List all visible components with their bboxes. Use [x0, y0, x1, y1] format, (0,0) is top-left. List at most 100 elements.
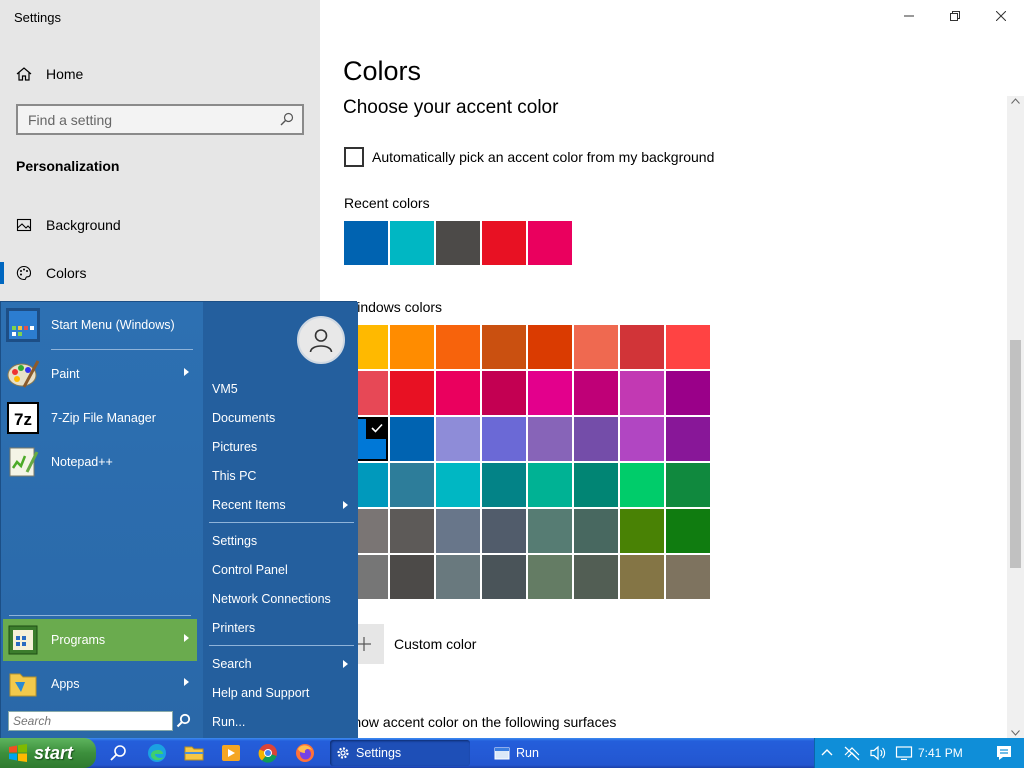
windows-color-swatch[interactable]: [436, 371, 480, 415]
search-icon[interactable]: [176, 713, 191, 728]
recent-color-swatch[interactable]: [482, 221, 526, 265]
apps-menu-item[interactable]: Apps: [5, 663, 197, 705]
find-setting-input[interactable]: [28, 111, 268, 128]
windows-color-swatch[interactable]: [482, 325, 526, 369]
windows-color-swatch[interactable]: [666, 325, 710, 369]
user-avatar[interactable]: [297, 316, 345, 364]
start-right-item-search[interactable]: Search: [212, 653, 352, 675]
windows-color-swatch[interactable]: [574, 463, 618, 507]
firefox-icon[interactable]: [295, 743, 315, 763]
windows-color-swatch[interactable]: [620, 555, 664, 599]
media-player-icon[interactable]: [221, 743, 241, 763]
auto-accent-checkbox-row[interactable]: Automatically pick an accent color from …: [344, 147, 714, 167]
windows-color-swatch[interactable]: [436, 509, 480, 553]
edge-icon[interactable]: [147, 743, 167, 763]
display-icon[interactable]: [895, 745, 913, 761]
windows-color-swatch[interactable]: [436, 417, 480, 461]
nav-item-colors[interactable]: Colors: [16, 261, 86, 285]
windows-color-swatch[interactable]: [390, 509, 434, 553]
recent-color-swatch[interactable]: [344, 221, 388, 265]
start-right-item-recent-items[interactable]: Recent Items: [212, 494, 352, 516]
windows-color-swatch[interactable]: [390, 371, 434, 415]
minimize-button[interactable]: [886, 0, 932, 32]
start-right-item-help-and-support[interactable]: Help and Support: [212, 682, 352, 704]
network-off-icon[interactable]: [843, 745, 861, 761]
start-button[interactable]: start: [0, 738, 96, 768]
restore-button[interactable]: [932, 0, 978, 32]
windows-color-swatch[interactable]: [620, 325, 664, 369]
nav-home[interactable]: Home: [16, 62, 83, 86]
windows-color-swatch[interactable]: [482, 509, 526, 553]
windows-color-swatch[interactable]: [528, 463, 572, 507]
windows-color-swatch[interactable]: [620, 417, 664, 461]
windows-color-swatch[interactable]: [390, 555, 434, 599]
start-right-item-vm5[interactable]: VM5: [212, 378, 352, 400]
start-search-box[interactable]: [8, 711, 173, 731]
windows-color-swatch[interactable]: [574, 555, 618, 599]
start-right-item-printers[interactable]: Printers: [212, 617, 352, 639]
windows-color-swatch[interactable]: [436, 325, 480, 369]
clock[interactable]: 7:41 PM: [918, 746, 963, 760]
chevron-up-icon[interactable]: [821, 748, 833, 756]
windows-color-swatch[interactable]: [620, 371, 664, 415]
taskbar-settings-task[interactable]: Settings: [330, 740, 470, 766]
scroll-up-icon[interactable]: [1011, 98, 1020, 104]
recent-color-swatch[interactable]: [528, 221, 572, 265]
nav-item-background[interactable]: Background: [16, 213, 121, 237]
windows-color-swatch[interactable]: [482, 417, 526, 461]
search-icon[interactable]: [280, 112, 294, 126]
volume-icon[interactable]: [869, 745, 887, 761]
find-setting-box[interactable]: [16, 104, 304, 135]
windows-color-swatch[interactable]: [574, 371, 618, 415]
programs-menu-item[interactable]: Programs: [3, 619, 197, 661]
windows-color-swatch[interactable]: [482, 463, 526, 507]
windows-color-swatch[interactable]: [436, 555, 480, 599]
close-button[interactable]: [978, 0, 1024, 32]
windows-color-swatch[interactable]: [482, 371, 526, 415]
file-explorer-icon[interactable]: [184, 743, 204, 763]
pinned-start-menu-windows[interactable]: Start Menu (Windows): [5, 304, 197, 346]
windows-color-swatch[interactable]: [436, 463, 480, 507]
windows-color-swatch[interactable]: [528, 371, 572, 415]
windows-color-swatch[interactable]: [574, 417, 618, 461]
taskbar-run-task[interactable]: Run: [488, 740, 628, 766]
custom-color-button[interactable]: Custom color: [344, 624, 476, 664]
recent-color-swatch[interactable]: [436, 221, 480, 265]
windows-color-swatch[interactable]: [666, 463, 710, 507]
windows-color-swatch[interactable]: [574, 325, 618, 369]
windows-color-swatch[interactable]: [528, 417, 572, 461]
start-right-item-documents[interactable]: Documents: [212, 407, 352, 429]
windows-color-swatch[interactable]: [574, 509, 618, 553]
notification-icon[interactable]: [995, 744, 1013, 762]
scroll-thumb[interactable]: [1010, 340, 1021, 568]
start-right-item-settings[interactable]: Settings: [212, 530, 352, 552]
windows-color-swatch[interactable]: [666, 509, 710, 553]
start-search-input[interactable]: [9, 712, 172, 730]
windows-color-swatch[interactable]: [390, 463, 434, 507]
start-right-item-this-pc[interactable]: This PC: [212, 465, 352, 487]
windows-color-swatch[interactable]: [666, 555, 710, 599]
start-right-item-network-connections[interactable]: Network Connections: [212, 588, 352, 610]
windows-color-swatch[interactable]: [620, 509, 664, 553]
windows-color-swatch[interactable]: [528, 325, 572, 369]
windows-color-swatch[interactable]: [666, 417, 710, 461]
start-right-item-run[interactable]: Run...: [212, 711, 352, 733]
pinned-paint[interactable]: Paint: [5, 353, 197, 395]
windows-color-swatch[interactable]: [482, 555, 526, 599]
pinned-7zip[interactable]: 7z 7-Zip File Manager: [5, 397, 197, 439]
chrome-icon[interactable]: [258, 743, 278, 763]
windows-color-swatch[interactable]: [390, 325, 434, 369]
start-right-item-control-panel[interactable]: Control Panel: [212, 559, 352, 581]
search-icon[interactable]: [108, 743, 128, 763]
auto-accent-checkbox[interactable]: [344, 147, 364, 167]
recent-color-swatch[interactable]: [390, 221, 434, 265]
windows-color-swatch[interactable]: [528, 509, 572, 553]
pinned-notepad-plus-plus[interactable]: Notepad++: [5, 441, 197, 483]
start-right-item-pictures[interactable]: Pictures: [212, 436, 352, 458]
windows-color-swatch[interactable]: [390, 417, 434, 461]
windows-color-swatch[interactable]: [620, 463, 664, 507]
scroll-down-icon[interactable]: [1011, 730, 1020, 736]
content-scrollbar[interactable]: [1007, 96, 1024, 738]
windows-color-swatch[interactable]: [666, 371, 710, 415]
windows-color-swatch[interactable]: [528, 555, 572, 599]
